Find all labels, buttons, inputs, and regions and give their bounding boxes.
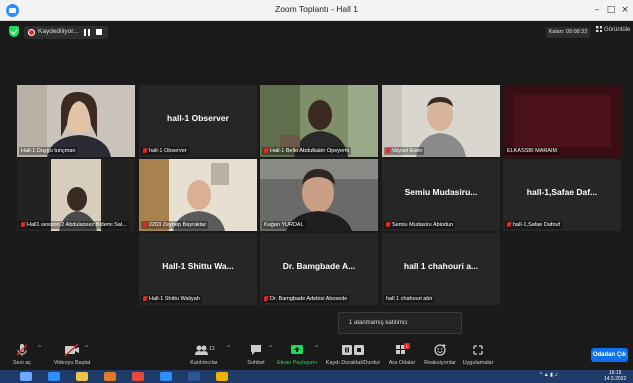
participant-name: Kağan YURDAL xyxy=(262,221,306,229)
chat-button[interactable]: Sohbet xyxy=(244,343,268,366)
video-tile[interactable]: Hall-1 Duygu tunçman xyxy=(17,85,135,157)
participant-name: Hall-1 Shittu Waliyah xyxy=(141,295,202,303)
pause-stop-icon xyxy=(324,343,382,357)
participant-display-name: hall-1,Safae Daf... xyxy=(526,187,598,197)
mic-muted-icon xyxy=(143,296,147,301)
breakout-rooms-button[interactable]: 1 Ara Odalar xyxy=(386,343,418,366)
paint-icon[interactable] xyxy=(216,372,228,381)
chat-icon xyxy=(244,343,268,357)
share-screen-button[interactable]: Ekran Paylaşımı xyxy=(276,343,318,366)
unmute-button[interactable]: Sesi aç xyxy=(8,343,36,366)
close-button[interactable]: × xyxy=(618,3,632,17)
video-tile[interactable]: 2203 Zeynep Bayraktar xyxy=(139,159,257,231)
system-tray[interactable]: ^ ▲ ▮ ♫ xyxy=(540,372,558,378)
view-label: Görüntüle xyxy=(604,27,631,33)
breakout-rooms-icon: 1 xyxy=(386,343,418,357)
mic-muted-icon xyxy=(386,148,390,153)
participants-icon: 13 xyxy=(186,343,222,357)
video-tile[interactable]: Hall1 session 2 Abdulazeez Bidemi Sal... xyxy=(17,159,135,231)
participant-name: Dr. Bamgbade Adebisi Abosede xyxy=(262,295,350,303)
video-tile[interactable]: hall-1 Observer hall-1 Observer xyxy=(139,85,257,157)
video-options-caret[interactable]: ^ xyxy=(84,345,89,352)
windows-taskbar: ^ ▲ ▮ ♫ 16:15 14.5.2022 xyxy=(0,370,633,383)
participant-name: hall 1 chahouri abir xyxy=(384,295,435,303)
video-tile[interactable]: Dr. Bamgbade A... Dr. Bamgbade Adebisi A… xyxy=(260,233,378,305)
video-tile[interactable]: hall 1 chahouri a... hall 1 chahouri abi… xyxy=(382,233,500,305)
meeting-toolbar: Sesi aç ^ Videoyu Başlat ^ 13 Katılımcıl… xyxy=(0,340,633,370)
maximize-button[interactable]: □ xyxy=(604,3,618,17)
video-tile[interactable]: Semiu Mudasiru... Semiu Mudasiru Abiodun xyxy=(382,159,500,231)
participant-name: Veysel Esen xyxy=(384,147,425,155)
participant-name: Hall-1 Duygu tunçman xyxy=(19,147,78,155)
mic-muted-icon xyxy=(386,222,390,227)
title-bar: Zoom Toplantı - Hall 1 – □ × xyxy=(0,0,633,21)
leave-room-button[interactable]: Odadan Çık xyxy=(591,348,628,362)
participant-name: 2203 Zeynep Bayraktar xyxy=(141,221,209,229)
participant-name: ELKASSBI MARAIM xyxy=(505,147,560,155)
pause-recording-icon[interactable] xyxy=(84,29,90,36)
participants-options-caret[interactable]: ^ xyxy=(226,345,231,352)
record-icon xyxy=(28,29,35,36)
reactions-icon xyxy=(422,343,458,357)
video-tile[interactable]: ELKASSBI MARAIM xyxy=(503,85,621,157)
start-icon[interactable] xyxy=(20,372,32,381)
zoom-taskbar-icon[interactable] xyxy=(160,372,172,381)
participant-display-name: Hall-1 Shittu Wa... xyxy=(162,261,234,271)
mic-muted-icon xyxy=(143,148,147,153)
recording-indicator: Kaydediliyor... xyxy=(24,26,108,39)
video-tile[interactable]: Veysel Esen xyxy=(382,85,500,157)
remaining-time: Kalan: 09:08:32 xyxy=(546,27,590,38)
video-tile-active-speaker[interactable]: Kağan YURDAL xyxy=(260,159,378,231)
recording-label: Kaydediliyor... xyxy=(38,28,79,35)
participant-display-name: Semiu Mudasiru... xyxy=(404,187,478,197)
window-title: Zoom Toplantı - Hall 1 xyxy=(275,4,358,14)
participant-name: hall-1 Observer xyxy=(141,147,189,155)
video-tile[interactable]: Hall-1 Bello Abdulkabir Opeyemi xyxy=(260,85,378,157)
taskbar-clock[interactable]: 16:15 14.5.2022 xyxy=(604,370,626,382)
participant-name: hall-1,Safae Dafouf xyxy=(505,221,563,229)
mic-muted-icon xyxy=(264,148,268,153)
taskbar-date: 14.5.2022 xyxy=(604,376,627,382)
mic-muted-icon xyxy=(21,222,25,227)
video-tile[interactable]: Hall-1 Shittu Wa... Hall-1 Shittu Waliya… xyxy=(139,233,257,305)
chrome-icon[interactable] xyxy=(132,372,144,381)
view-button[interactable]: Görüntüle xyxy=(596,26,630,33)
reactions-button[interactable]: Reaksiyonlar xyxy=(422,343,458,366)
participant-name: Semiu Mudasiru Abiodun xyxy=(384,221,456,229)
grid-icon xyxy=(596,26,602,32)
participants-count: 13 xyxy=(209,346,215,352)
participant-display-name: hall-1 Observer xyxy=(167,113,229,123)
mic-muted-icon xyxy=(264,296,268,301)
stop-recording-icon[interactable] xyxy=(96,29,102,35)
participant-name: Hall-1 Bello Abdulkabir Opeyemi xyxy=(262,147,351,155)
chat-options-caret[interactable]: ^ xyxy=(268,345,273,352)
store-icon[interactable] xyxy=(104,372,116,381)
share-screen-icon xyxy=(276,343,318,357)
mic-muted-icon xyxy=(8,343,36,357)
mic-muted-icon xyxy=(507,222,511,227)
file-explorer-icon[interactable] xyxy=(76,372,88,381)
video-tile[interactable]: hall-1,Safae Daf... hall-1,Safae Dafouf xyxy=(503,159,621,231)
word-icon[interactable] xyxy=(188,372,200,381)
participant-display-name: Dr. Bamgbade A... xyxy=(282,261,356,271)
participants-button[interactable]: 13 Katılımcılar xyxy=(186,343,222,366)
participant-name: Hall1 session 2 Abdulazeez Bidemi Sal... xyxy=(19,221,129,229)
apps-button[interactable]: Uygulamalar xyxy=(458,343,498,366)
share-options-caret[interactable]: ^ xyxy=(314,345,319,352)
apps-icon xyxy=(458,343,498,357)
meeting-status-row: Kaydediliyor... Kalan: 09:08:32 Görüntül… xyxy=(0,22,633,42)
pause-stop-recording-button[interactable]: Kaydı Duraklat/Durdur xyxy=(324,343,382,366)
participant-display-name: hall 1 chahouri a... xyxy=(403,261,479,271)
shield-icon[interactable] xyxy=(9,26,19,37)
minimize-button[interactable]: – xyxy=(590,3,604,17)
edge-icon[interactable] xyxy=(48,372,60,381)
audio-options-caret[interactable]: ^ xyxy=(37,345,42,352)
mic-muted-icon xyxy=(143,222,147,227)
unassigned-participants-notice[interactable]: 1 atanmamış katılımcı xyxy=(338,312,462,334)
